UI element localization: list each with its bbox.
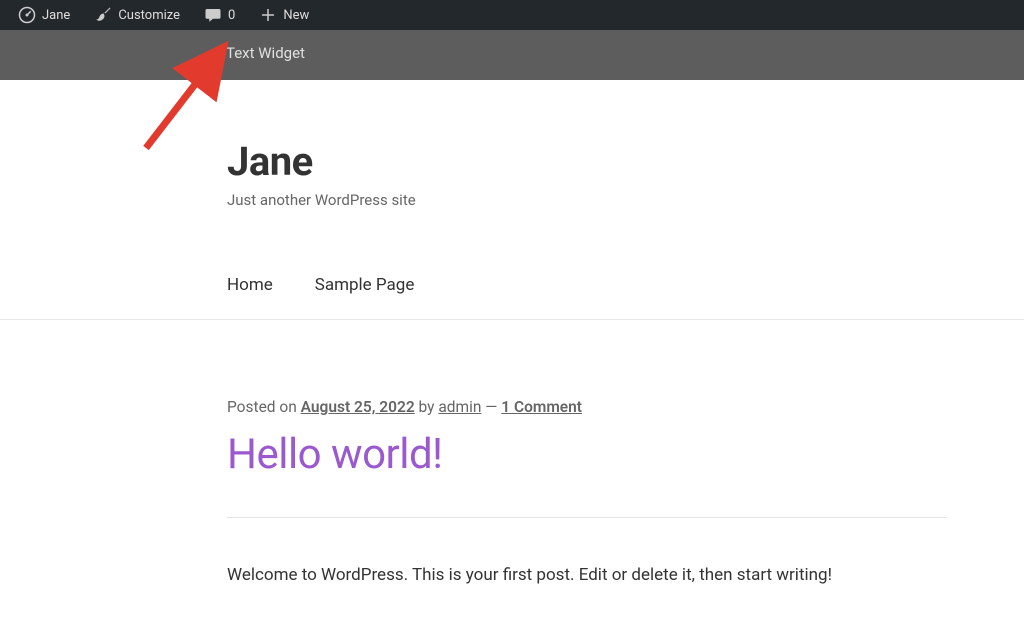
post-body: Welcome to WordPress. This is your first… (227, 562, 1024, 589)
admin-new-label: New (283, 8, 309, 23)
posted-on-label: Posted on (227, 398, 301, 416)
admin-comments-link[interactable]: 0 (194, 0, 245, 30)
dashboard-icon (18, 6, 36, 24)
brush-icon (94, 6, 112, 24)
post-date-link[interactable]: August 25, 2022 (301, 398, 415, 416)
nav-sample-page[interactable]: Sample Page (315, 275, 415, 295)
post-divider (227, 517, 947, 518)
post-title[interactable]: Hello world! (227, 430, 1024, 479)
admin-bar: Jane Customize 0 New (0, 0, 1024, 30)
post-comments-link[interactable]: 1 Comment (501, 398, 582, 416)
admin-comments-count: 0 (228, 8, 235, 23)
text-widget-area: Text Widget (0, 30, 1024, 80)
by-label: by (415, 398, 439, 416)
post-meta: Posted on August 25, 2022 by admin — 1 C… (227, 398, 1024, 416)
admin-customize-link[interactable]: Customize (84, 0, 190, 30)
site-title[interactable]: Jane (227, 138, 1024, 185)
admin-customize-label: Customize (118, 8, 180, 23)
meta-separator: — (481, 398, 501, 416)
primary-nav: Home Sample Page (227, 275, 1024, 295)
plus-icon (259, 6, 277, 24)
admin-new-link[interactable]: New (249, 0, 319, 30)
text-widget-title: Text Widget (226, 44, 305, 62)
admin-site-link[interactable]: Jane (8, 0, 80, 30)
admin-site-name: Jane (42, 8, 70, 23)
header-divider (0, 319, 1024, 320)
post-author-link[interactable]: admin (438, 398, 481, 416)
nav-home[interactable]: Home (227, 275, 273, 295)
site-tagline: Just another WordPress site (227, 191, 1024, 209)
site-content: Jane Just another WordPress site Home Sa… (0, 138, 1024, 589)
comment-icon (204, 6, 222, 24)
